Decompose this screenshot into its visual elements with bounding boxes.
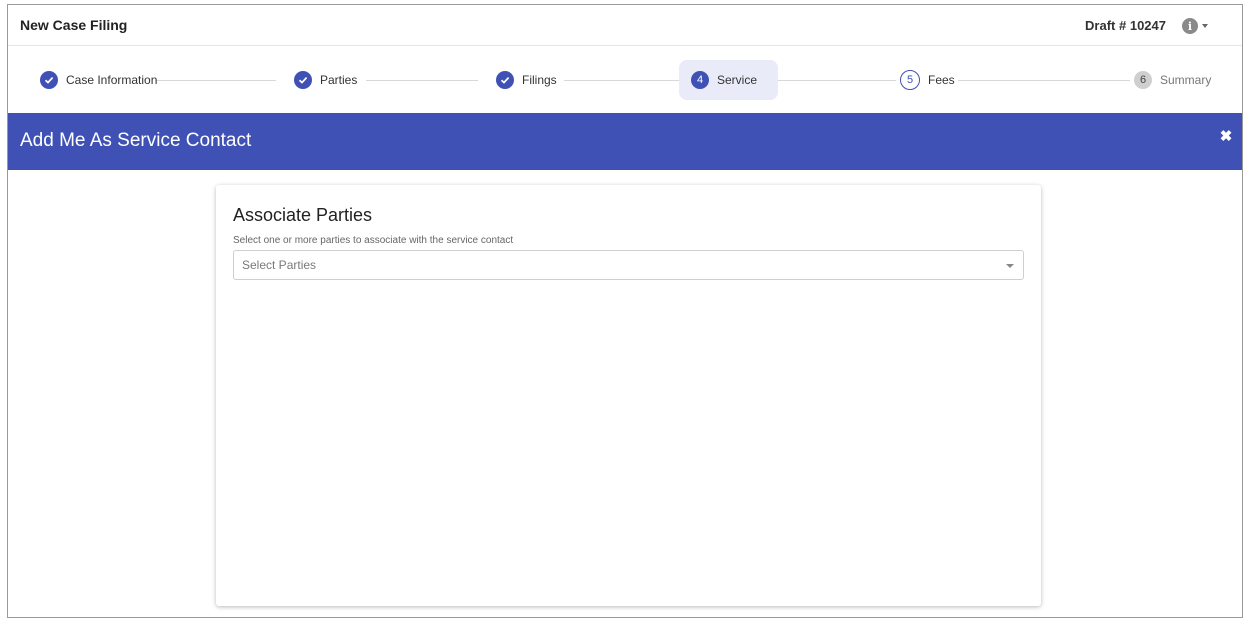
step-connector	[958, 80, 1130, 81]
step-filings[interactable]: Filings	[484, 60, 569, 100]
step-label: Filings	[522, 73, 557, 87]
app-window: New Case Filing Draft # 10247 i Case Inf…	[7, 4, 1243, 618]
draft-number: Draft # 10247	[1085, 18, 1166, 33]
select-placeholder: Select Parties	[242, 258, 317, 272]
step-connector	[366, 80, 478, 81]
chevron-down-icon	[1202, 24, 1208, 28]
step-parties[interactable]: Parties	[282, 60, 369, 100]
step-number: 5	[900, 70, 920, 90]
step-connector	[564, 80, 679, 81]
step-label: Fees	[928, 73, 955, 87]
chevron-down-icon	[1006, 264, 1014, 268]
page-title: New Case Filing	[20, 17, 128, 33]
card-subtitle: Select one or more parties to associate …	[233, 235, 514, 246]
step-case-information[interactable]: Case Information	[28, 60, 169, 100]
step-label: Summary	[1160, 73, 1212, 87]
header-bar: New Case Filing Draft # 10247 i	[8, 5, 1242, 46]
step-connector	[778, 80, 896, 81]
select-parties-dropdown[interactable]: Select Parties	[233, 250, 1024, 280]
close-icon[interactable]: ✖	[1218, 128, 1234, 145]
dialog-body: Associate Parties Select one or more par…	[8, 170, 1242, 617]
step-fees[interactable]: 5 Fees	[888, 60, 967, 100]
card-title: Associate Parties	[233, 205, 373, 225]
step-label: Parties	[320, 73, 358, 87]
step-number: 6	[1134, 71, 1152, 89]
progress-stepper: Case Information Parties Filings 4 Servi…	[8, 47, 1242, 113]
associate-parties-card: Associate Parties Select one or more par…	[216, 185, 1041, 606]
dialog-title: Add Me As Service Contact	[20, 130, 252, 151]
dialog-header: Add Me As Service Contact ✖	[8, 113, 1242, 170]
step-label: Service	[717, 73, 758, 87]
step-summary[interactable]: 6 Summary	[1122, 60, 1223, 100]
step-number: 4	[691, 71, 709, 89]
step-connector	[156, 80, 276, 81]
step-label: Case Information	[66, 73, 158, 87]
info-icon: i	[1182, 18, 1198, 34]
info-menu-button[interactable]: i	[1182, 16, 1218, 36]
check-icon	[40, 71, 58, 89]
step-service[interactable]: 4 Service	[679, 60, 778, 100]
check-icon	[496, 71, 514, 89]
check-icon	[294, 71, 312, 89]
